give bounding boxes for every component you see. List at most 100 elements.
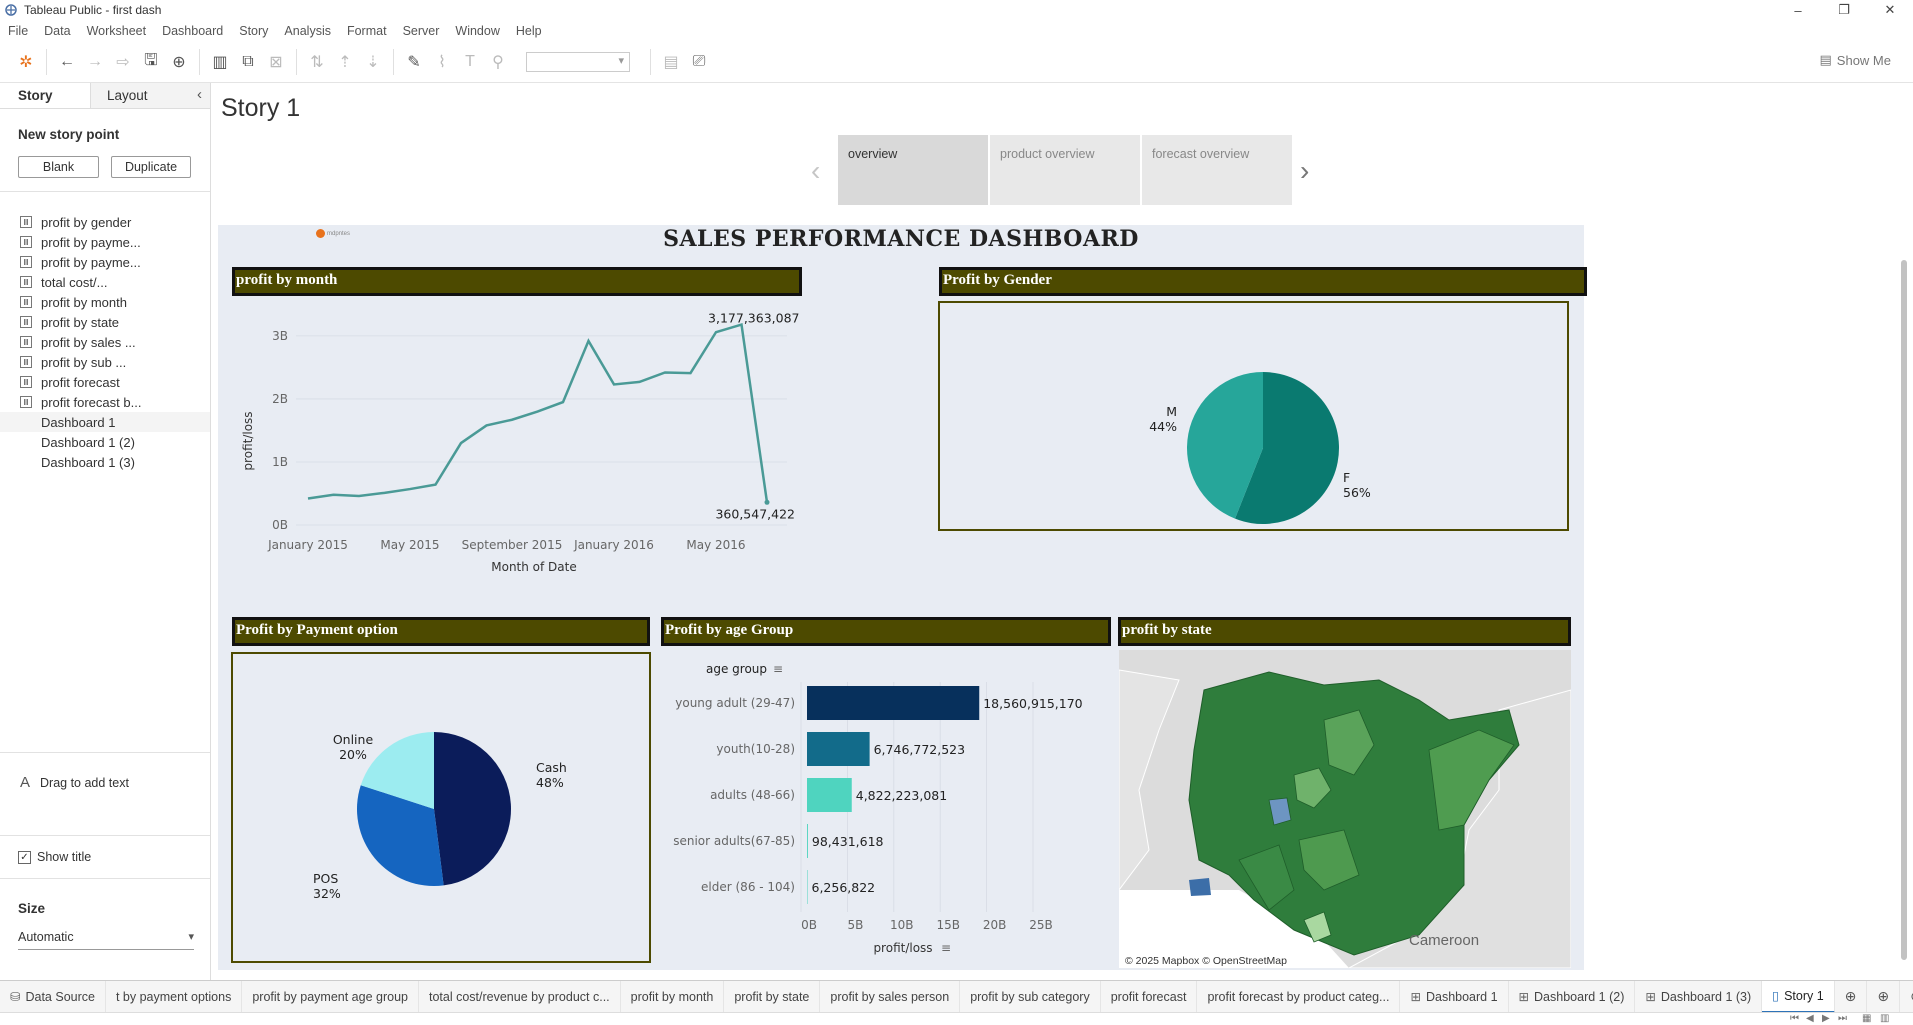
menu-format[interactable]: Format [339, 24, 395, 38]
replay-icon[interactable]: ⇨ [109, 48, 137, 76]
next-sheet-icon[interactable]: ▶ [1822, 1013, 1830, 1024]
profit-by-payment-chart[interactable]: Cash48% POS32% Online20% [233, 654, 649, 961]
menu-window[interactable]: Window [447, 24, 507, 38]
tableau-logo-icon[interactable]: ✲ [12, 48, 40, 76]
menu-dashboard[interactable]: Dashboard [154, 24, 231, 38]
menu-server[interactable]: Server [395, 24, 448, 38]
duplicate-sheet-icon[interactable]: ⧉ [234, 48, 262, 76]
drag-to-add-text[interactable]: A Drag to add text [20, 774, 129, 791]
profit-by-month-chart[interactable]: 0B 1B 2B 3B January 2015 May 2015 September 20… [232, 305, 802, 605]
profit-by-age-chart[interactable]: 0B 5B 10B 15B 20B 25B age group ≡ young adult (2… [661, 652, 1116, 970]
show-cards-icon[interactable]: ▤ [657, 48, 685, 76]
close-icon[interactable]: ✕ [1867, 0, 1913, 20]
menu-story[interactable]: Story [231, 24, 276, 38]
age-bar[interactable] [807, 778, 852, 812]
labels-icon[interactable]: T [456, 48, 484, 76]
sheet-list-item[interactable]: Ⅲprofit by sub ... [0, 352, 210, 372]
sheet-sorter-icon[interactable]: ▦ [1862, 1013, 1871, 1024]
first-sheet-icon[interactable]: ⏮ [1790, 1013, 1799, 1024]
vertical-scrollbar[interactable] [1897, 225, 1913, 975]
tab-layout[interactable]: Layout [90, 83, 210, 108]
sheet-tab[interactable]: profit by payment age group [242, 981, 419, 1012]
new-story-tab-icon[interactable]: ⊕ [1900, 981, 1913, 1012]
pin-icon[interactable]: ⚲ [484, 48, 512, 76]
sheet-list-item[interactable]: Ⅲprofit by gender [0, 212, 210, 232]
sheet-list-item[interactable]: Ⅲprofit by state [0, 312, 210, 332]
highlight-icon[interactable]: ✎ [400, 48, 428, 76]
sheet-tab[interactable]: ⊞ Dashboard 1 (2) [1509, 981, 1636, 1012]
sheet-tab[interactable]: ⊞ Dashboard 1 (3) [1635, 981, 1763, 1012]
sort-ascending-icon[interactable]: ⇡ [331, 48, 359, 76]
sort-icon[interactable]: ≡ [773, 662, 783, 676]
sheet-list-item[interactable]: Ⅲprofit by month [0, 292, 210, 312]
sheet-tab[interactable]: profit by state [724, 981, 821, 1012]
sheet-tab[interactable]: total cost/revenue by product c... [419, 981, 621, 1012]
new-worksheet-tab-icon[interactable]: ⊕ [1835, 981, 1868, 1012]
tab-story[interactable]: Story [0, 83, 90, 108]
sheet-tab[interactable]: ⊞ Dashboard 1 [1400, 981, 1509, 1012]
sheet-tab[interactable]: profit forecast [1101, 981, 1198, 1012]
y-tick-label: 2B [272, 392, 288, 406]
sheet-tab[interactable]: profit by month [621, 981, 725, 1012]
show-me-button[interactable]: ▤ Show Me [1820, 52, 1892, 68]
size-select[interactable]: Automatic [18, 930, 194, 950]
new-data-source-icon[interactable]: ⊕ [165, 48, 193, 76]
menu-file[interactable]: File [0, 24, 36, 38]
next-story-point-icon[interactable]: › [1300, 155, 1309, 187]
sort-icon[interactable]: ≡ [941, 941, 951, 955]
sheet-tab[interactable]: t by payment options [106, 981, 243, 1012]
show-title-checkbox[interactable]: ✓ Show title [18, 850, 91, 864]
sheet-list-item[interactable]: Ⅲprofit by payme... [0, 232, 210, 252]
scrollbar-thumb[interactable] [1901, 260, 1907, 960]
sheet-tab[interactable]: profit by sales person [820, 981, 961, 1012]
sheet-list-item[interactable]: Ⅲprofit forecast [0, 372, 210, 392]
story-point-2[interactable]: product overview [990, 135, 1140, 205]
age-bar[interactable] [807, 732, 870, 766]
blank-button[interactable]: Blank [18, 156, 99, 178]
sheet-tab[interactable]: profit by sub category [960, 981, 1101, 1012]
fit-select[interactable] [526, 52, 630, 72]
sheet-list-item[interactable]: Ⅲprofit by payme... [0, 252, 210, 272]
clear-sheet-icon[interactable]: ⊠ [262, 48, 290, 76]
minimize-icon[interactable]: – [1775, 0, 1821, 20]
sheet-list-item[interactable]: Dashboard 1 (3) [0, 452, 253, 696]
sort-descending-icon[interactable]: ⇣ [359, 48, 387, 76]
collapse-sidebar-icon[interactable]: ‹ [197, 86, 202, 103]
restore-icon[interactable]: ❐ [1821, 0, 1867, 20]
menu-data[interactable]: Data [36, 24, 78, 38]
new-worksheet-icon[interactable]: ▥ [206, 48, 234, 76]
undo-icon[interactable]: ← [53, 48, 81, 76]
age-bar[interactable] [807, 870, 808, 904]
previous-story-point-icon[interactable]: ‹ [811, 155, 820, 187]
profit-by-gender-chart[interactable]: M44% F56% [940, 303, 1567, 529]
menu-worksheet[interactable]: Worksheet [79, 24, 155, 38]
sheet-list-item[interactable]: Ⅲprofit by sales ... [0, 332, 210, 352]
age-bar[interactable] [807, 824, 808, 858]
filmstrip-icon[interactable]: ▥ [1880, 1013, 1889, 1024]
pie-slice-cash[interactable] [434, 732, 511, 886]
last-sheet-icon[interactable]: ⏭ [1838, 1013, 1847, 1024]
age-bar[interactable] [807, 686, 980, 720]
menu-help[interactable]: Help [508, 24, 550, 38]
new-dashboard-tab-icon[interactable]: ⊕ [1867, 981, 1901, 1012]
sheet-tab[interactable]: profit forecast by product categ... [1197, 981, 1401, 1012]
sheet-list-item[interactable]: Ⅲtotal cost/... [0, 272, 210, 292]
line-point[interactable] [764, 499, 770, 505]
profit-by-state-map[interactable]: Cameroon © 2025 Mapbox © OpenStreetMap [1119, 650, 1571, 968]
redo-icon[interactable]: → [81, 48, 109, 76]
save-icon[interactable]: 🖫 [137, 48, 165, 76]
profit-line[interactable] [307, 322, 769, 503]
presentation-mode-icon[interactable]: ⎚ [685, 48, 713, 76]
sheet-tab[interactable]: ⛁ Data Source [0, 981, 106, 1012]
story-point-1[interactable]: overview [838, 135, 988, 205]
sheet-list-item[interactable]: Dashboard 1 [0, 412, 253, 656]
group-icon[interactable]: ⌇ [428, 48, 456, 76]
menu-analysis[interactable]: Analysis [276, 24, 339, 38]
sheet-tab[interactable]: ▯ Story 1 [1762, 981, 1835, 1012]
previous-sheet-icon[interactable]: ◀ [1806, 1013, 1814, 1024]
sheet-list-item[interactable]: Dashboard 1 (2) [0, 432, 253, 676]
story-point-3[interactable]: forecast overview [1142, 135, 1292, 205]
duplicate-button[interactable]: Duplicate [111, 156, 191, 178]
sheet-list-item[interactable]: Ⅲprofit forecast b... [0, 392, 210, 412]
swap-icon[interactable]: ⇅ [303, 48, 331, 76]
